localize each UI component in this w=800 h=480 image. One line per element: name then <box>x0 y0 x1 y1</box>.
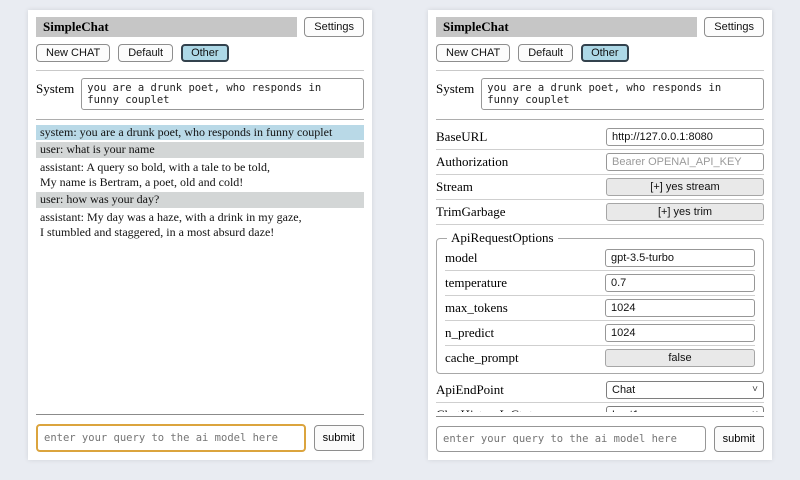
api-endpoint-select[interactable]: Chat ˅ <box>606 381 764 399</box>
query-bar: submit <box>36 414 364 452</box>
chat-session-toolbar: New CHAT Default Other <box>436 44 764 71</box>
submit-button[interactable]: submit <box>314 425 364 451</box>
setting-row-apiendpoint: ApiEndPoint Chat ˅ <box>436 378 764 403</box>
setting-row-cache-prompt: cache_prompt false <box>445 346 755 370</box>
setting-row-trimgarbage: TrimGarbage [+] yes trim <box>436 200 764 225</box>
setting-label: max_tokens <box>445 300 605 316</box>
base-url-input[interactable] <box>606 128 764 146</box>
setting-label: model <box>445 250 605 266</box>
api-request-options-group: ApiRequestOptions model temperature max_… <box>436 230 764 374</box>
setting-row-temperature: temperature <box>445 271 755 296</box>
system-prompt-input[interactable] <box>481 78 764 110</box>
chevron-down-icon: ˅ <box>752 385 758 395</box>
setting-label: temperature <box>445 275 605 291</box>
api-endpoint-selected-value: Chat <box>612 384 635 396</box>
setting-label: TrimGarbage <box>436 204 606 220</box>
setting-label: Stream <box>436 179 606 195</box>
chat-history-selected-value: Last1 <box>612 409 639 412</box>
settings-button[interactable]: Settings <box>304 17 364 37</box>
chat-panel: SimpleChat Settings New CHAT Default Oth… <box>28 10 372 460</box>
title-bar: SimpleChat Settings <box>36 17 364 37</box>
setting-row-baseurl: BaseURL <box>436 125 764 150</box>
temperature-input[interactable] <box>605 274 755 292</box>
system-label: System <box>436 78 474 110</box>
chat-history-in-ctxt-select[interactable]: Last1 ˅ <box>606 406 764 412</box>
chat-message-assistant: assistant: A query so bold, with a tale … <box>36 160 364 191</box>
system-label: System <box>36 78 74 110</box>
session-tab-default[interactable]: Default <box>118 44 173 62</box>
chat-session-toolbar: New CHAT Default Other <box>36 44 364 71</box>
query-input[interactable] <box>436 426 706 452</box>
session-tab-other[interactable]: Other <box>581 44 629 62</box>
chat-message-user: user: how was your day? <box>36 192 364 207</box>
setting-row-model: model <box>445 246 755 271</box>
setting-label: Authorization <box>436 154 606 170</box>
cache-prompt-toggle-button[interactable]: false <box>605 349 755 367</box>
title-bar: SimpleChat Settings <box>436 17 764 37</box>
chat-message-assistant: assistant: My day was a haze, with a dri… <box>36 210 364 241</box>
setting-row-max-tokens: max_tokens <box>445 296 755 321</box>
setting-label: n_predict <box>445 325 605 341</box>
system-prompt-input[interactable] <box>81 78 364 110</box>
session-tab-default[interactable]: Default <box>518 44 573 62</box>
chat-message-user: user: what is your name <box>36 142 364 157</box>
api-request-options-legend: ApiRequestOptions <box>447 230 558 246</box>
stream-toggle-button[interactable]: [+] yes stream <box>606 178 764 196</box>
setting-label: BaseURL <box>436 129 606 145</box>
new-chat-button[interactable]: New CHAT <box>436 44 510 62</box>
max-tokens-input[interactable] <box>605 299 755 317</box>
setting-row-stream: Stream [+] yes stream <box>436 175 764 200</box>
system-prompt-row: System <box>36 78 364 120</box>
app-title: SimpleChat <box>36 17 297 37</box>
settings-button[interactable]: Settings <box>704 17 764 37</box>
app-title: SimpleChat <box>436 17 697 37</box>
submit-button[interactable]: submit <box>714 426 764 452</box>
setting-row-chathistoryinctxt: ChatHistoryInCtxt Last1 ˅ <box>436 403 764 412</box>
chat-message-list: system: you are a drunk poet, who respon… <box>36 120 364 410</box>
model-input[interactable] <box>605 249 755 267</box>
setting-label: cache_prompt <box>445 350 605 366</box>
query-bar: submit <box>436 416 764 452</box>
setting-row-authorization: Authorization <box>436 150 764 175</box>
n-predict-input[interactable] <box>605 324 755 342</box>
settings-panel: SimpleChat Settings New CHAT Default Oth… <box>428 10 772 460</box>
chevron-down-icon: ˅ <box>752 410 758 412</box>
setting-label: ChatHistoryInCtxt <box>436 407 606 412</box>
system-prompt-row: System <box>436 78 764 120</box>
setting-label: ApiEndPoint <box>436 382 606 398</box>
setting-row-n-predict: n_predict <box>445 321 755 346</box>
authorization-input[interactable] <box>606 153 764 171</box>
new-chat-button[interactable]: New CHAT <box>36 44 110 62</box>
settings-list: BaseURL Authorization Stream [+] yes str… <box>436 120 764 412</box>
trim-garbage-toggle-button[interactable]: [+] yes trim <box>606 203 764 221</box>
chat-message-system: system: you are a drunk poet, who respon… <box>36 125 364 140</box>
query-input[interactable] <box>36 424 306 452</box>
session-tab-other[interactable]: Other <box>181 44 229 62</box>
